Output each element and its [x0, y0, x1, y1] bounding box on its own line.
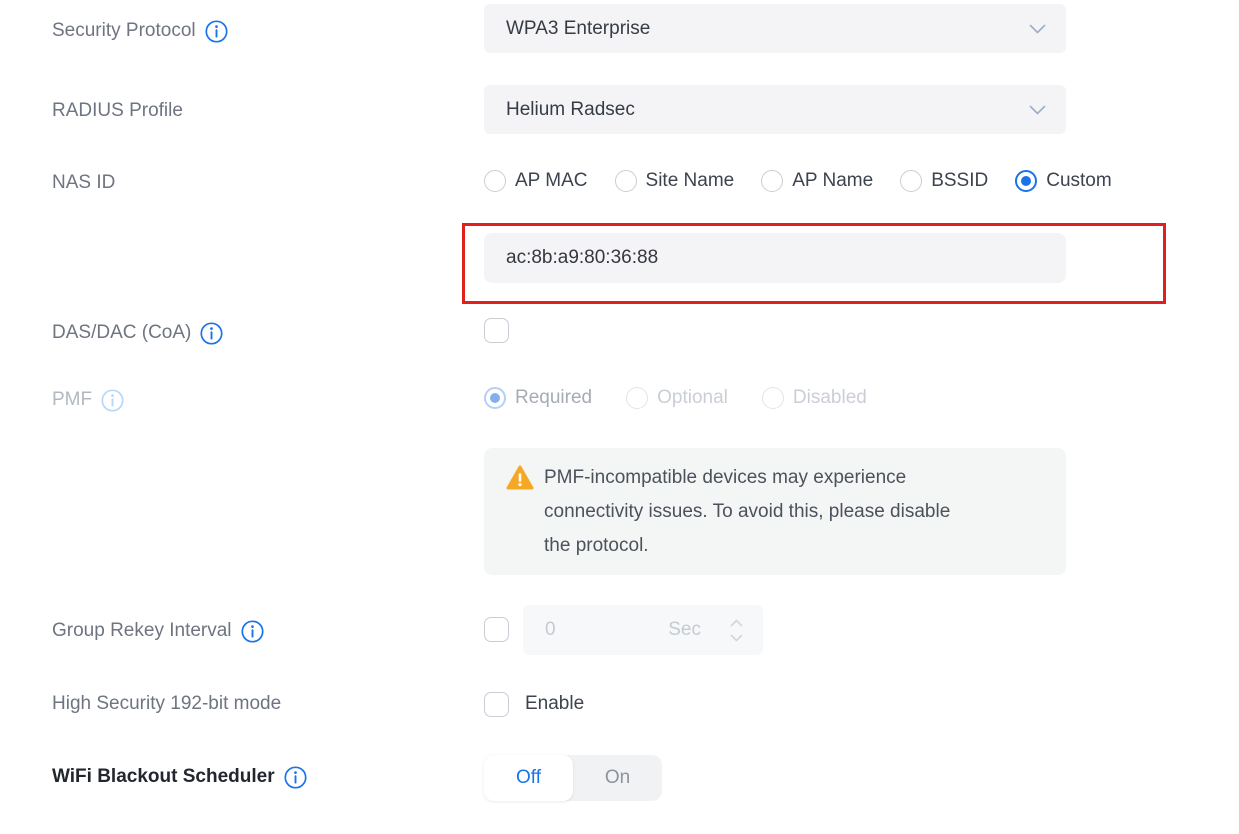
das-dac-checkbox[interactable] — [484, 318, 509, 343]
wifi-blackout-toggle: Off On — [484, 755, 662, 801]
radio-icon — [484, 170, 506, 192]
das-dac-label: DAS/DAC (CoA) — [52, 320, 223, 346]
pmf-option-optional: Optional — [626, 387, 728, 409]
radius-profile-value: Helium Radsec — [506, 99, 1029, 121]
toggle-on-option[interactable]: On — [573, 755, 662, 801]
wifi-blackout-scheduler-label: WiFi Blackout Scheduler — [52, 764, 307, 790]
high-security-enable-label: Enable — [525, 691, 584, 717]
group-rekey-checkbox[interactable] — [484, 617, 509, 642]
group-rekey-value-input[interactable] — [523, 605, 683, 655]
chevron-down-icon — [1029, 19, 1046, 41]
security-protocol-label: Security Protocol — [52, 18, 228, 44]
stepper-down-icon[interactable] — [730, 634, 743, 642]
radio-icon — [615, 170, 637, 192]
stepper-up-icon[interactable] — [730, 619, 743, 627]
radio-selected-icon — [484, 387, 506, 409]
group-rekey-unit: Sec — [668, 605, 701, 655]
security-protocol-select[interactable]: WPA3 Enterprise — [484, 4, 1066, 53]
nas-id-option-custom[interactable]: Custom — [1015, 170, 1111, 192]
group-rekey-stepper: Sec — [523, 605, 763, 655]
nas-id-label: NAS ID — [52, 170, 115, 196]
pmf-option-required: Required — [484, 387, 592, 409]
info-icon[interactable] — [205, 20, 228, 43]
radio-icon — [626, 387, 648, 409]
nas-id-option-ap-mac[interactable]: AP MAC — [484, 170, 588, 192]
nas-id-radio-group: AP MAC Site Name AP Name BSSID Custom — [484, 170, 1112, 192]
nas-id-custom-input[interactable] — [484, 233, 1066, 283]
nas-id-option-bssid[interactable]: BSSID — [900, 170, 988, 192]
wireless-security-settings-form: Security Protocol WPA3 Enterprise RADIUS… — [0, 0, 1239, 834]
pmf-warning-notice: PMF-incompatible devices may experience … — [484, 448, 1066, 575]
chevron-down-icon — [1029, 100, 1046, 122]
stepper-arrows — [730, 605, 743, 655]
nas-id-option-ap-name[interactable]: AP Name — [761, 170, 873, 192]
radio-icon — [762, 387, 784, 409]
nas-id-option-site-name[interactable]: Site Name — [615, 170, 735, 192]
pmf-label: PMF — [52, 387, 124, 413]
high-security-label: High Security 192-bit mode — [52, 691, 281, 717]
radius-profile-select[interactable]: Helium Radsec — [484, 85, 1066, 134]
pmf-option-disabled: Disabled — [762, 387, 867, 409]
group-rekey-interval-label: Group Rekey Interval — [52, 618, 264, 644]
warning-icon — [506, 465, 534, 497]
radio-selected-icon — [1015, 170, 1037, 192]
high-security-enable-checkbox[interactable] — [484, 692, 509, 717]
info-icon[interactable] — [200, 322, 223, 345]
info-icon[interactable] — [284, 766, 307, 789]
radio-icon — [900, 170, 922, 192]
security-protocol-value: WPA3 Enterprise — [506, 18, 1029, 40]
warning-text: PMF-incompatible devices may experience … — [544, 461, 1049, 563]
pmf-radio-group: Required Optional Disabled — [484, 387, 867, 409]
radio-icon — [761, 170, 783, 192]
info-icon-disabled[interactable] — [101, 389, 124, 412]
info-icon[interactable] — [241, 620, 264, 643]
radius-profile-label: RADIUS Profile — [52, 98, 183, 124]
toggle-off-option[interactable]: Off — [484, 755, 573, 801]
